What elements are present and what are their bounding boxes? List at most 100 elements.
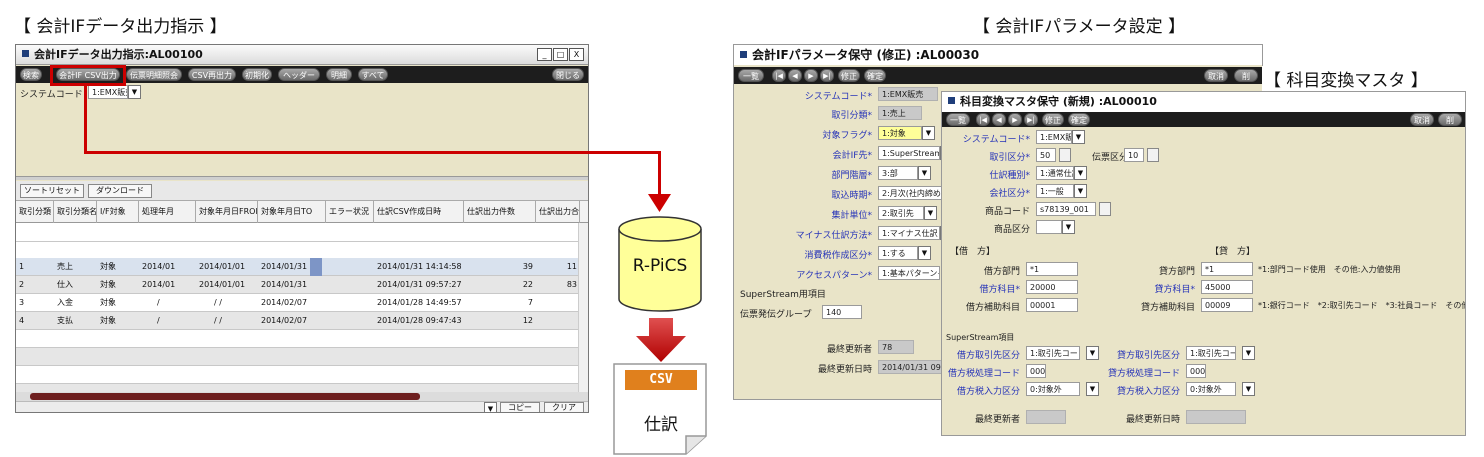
credit-department-input[interactable]: *1 — [1201, 262, 1253, 276]
column-header[interactable]: 仕訳出力合 — [536, 201, 580, 223]
horizontal-scrollbar[interactable] — [16, 392, 588, 401]
prev-record-button[interactable]: ◀ — [992, 113, 1006, 126]
last-record-button[interactable]: ▶| — [1024, 113, 1038, 126]
debit-tax-input-select[interactable]: 0:対象外 — [1026, 382, 1080, 396]
next-record-button[interactable]: ▶ — [804, 69, 818, 82]
chevron-down-icon[interactable]: ▼ — [918, 166, 931, 180]
copy-button[interactable]: コピー — [500, 402, 540, 412]
cell-date-from[interactable]: 2014/01/01 — [196, 258, 258, 276]
accounting-if-select[interactable]: 1:SuperStream — [878, 146, 940, 160]
aggregation-unit-select[interactable]: 2:取引先 — [878, 206, 924, 220]
all-button[interactable]: すべて — [358, 68, 388, 81]
chevron-down-icon[interactable]: ▼ — [1074, 184, 1087, 198]
cell-date-from[interactable]: / / — [196, 294, 258, 312]
journal-type-select[interactable]: 1:通常仕訳 — [1036, 166, 1074, 180]
cancel-button[interactable]: 取消 — [1410, 113, 1434, 126]
slip-group-input[interactable]: 140 — [822, 305, 862, 319]
chevron-down-icon[interactable]: ▼ — [918, 246, 931, 260]
search-button[interactable]: 検索 — [20, 68, 42, 81]
credit-account-input[interactable]: 45000 — [1201, 280, 1253, 294]
target-flag-select[interactable]: 1:対象 — [878, 126, 922, 140]
cell-date-from[interactable]: / / — [196, 312, 258, 330]
vertical-scrollbar[interactable] — [578, 223, 588, 392]
department-level-select[interactable]: 3:部 — [878, 166, 918, 180]
cell-date-from[interactable]: 2014/01/01 — [196, 276, 258, 294]
chevron-down-icon[interactable]: ▼ — [924, 206, 937, 220]
column-header[interactable]: 仕訳出力件数 — [464, 201, 536, 223]
tax-creation-select[interactable]: 1:する — [878, 246, 918, 260]
delete-button[interactable]: 削 — [1438, 113, 1462, 126]
sort-reset-button[interactable]: ソートリセット — [20, 184, 84, 198]
table-row[interactable]: 2 仕入 対象 2014/01 2014/01/01 2014/01/31 20… — [16, 276, 578, 294]
close-button[interactable]: 閉じる — [552, 68, 584, 81]
header-button[interactable]: ヘッダー — [278, 68, 320, 81]
access-pattern-select[interactable]: 1:基本パターン+商品コード — [878, 266, 940, 280]
lookup-button[interactable] — [1099, 202, 1111, 216]
chevron-down-icon[interactable]: ▼ — [128, 85, 141, 99]
debit-department-input[interactable]: *1 — [1026, 262, 1078, 276]
column-header[interactable]: エラー状況 — [326, 201, 374, 223]
chevron-down-icon[interactable]: ▼ — [1086, 346, 1099, 360]
debit-partner-select[interactable]: 1:取引先コード — [1026, 346, 1080, 360]
first-record-button[interactable]: |◀ — [772, 69, 786, 82]
debit-sub-account-input[interactable]: 00001 — [1026, 298, 1078, 312]
detail-button[interactable]: 明細 — [326, 68, 352, 81]
credit-sub-account-input[interactable]: 00009 — [1201, 298, 1253, 312]
download-button[interactable]: ダウンロード — [88, 184, 152, 198]
chevron-down-icon[interactable]: ▼ — [1086, 382, 1099, 396]
confirm-button[interactable]: 確定 — [1068, 113, 1090, 126]
prev-record-button[interactable]: ◀ — [788, 69, 802, 82]
debit-tax-code-input[interactable]: 000 — [1026, 364, 1046, 378]
table-row[interactable]: 3 入金 対象 / / / 2014/02/07 2014/01/28 14:4… — [16, 294, 578, 312]
lookup-button[interactable] — [1059, 148, 1071, 162]
lookup-button[interactable] — [1147, 148, 1159, 162]
edit-button[interactable]: 修正 — [838, 69, 860, 82]
chevron-down-icon[interactable]: ▼ — [1062, 220, 1075, 234]
initialize-button[interactable]: 初期化 — [242, 68, 272, 81]
minimize-button[interactable]: _ — [537, 48, 552, 61]
window-titlebar[interactable]: 科目変換マスタ保守 (新規) :AL00010 — [942, 92, 1465, 112]
chevron-down-icon[interactable]: ▼ — [1242, 346, 1255, 360]
last-record-button[interactable]: ▶| — [820, 69, 834, 82]
list-button[interactable]: 一覧 — [738, 69, 764, 82]
slip-detail-button[interactable]: 伝票明細照会 — [126, 68, 182, 81]
trade-class-input[interactable]: 50 — [1036, 148, 1056, 162]
cell-date-to[interactable]: 2014/01/31 — [258, 276, 326, 294]
credit-tax-code-input[interactable]: 000 — [1186, 364, 1206, 378]
clear-button[interactable]: クリア — [544, 402, 584, 412]
window-titlebar[interactable]: 会計IFデータ出力指示:AL00100 — [16, 45, 588, 65]
list-button[interactable]: 一覧 — [946, 113, 970, 126]
pane-splitter[interactable] — [16, 176, 588, 180]
company-class-select[interactable]: 1:一般 — [1036, 184, 1074, 198]
chevron-down-icon[interactable]: ▼ — [484, 402, 497, 412]
cell-date-to[interactable]: 2014/02/07 — [258, 312, 326, 330]
table-row[interactable]: 1 売上 対象 2014/01 2014/01/01 2014/01/31 20… — [16, 258, 578, 276]
first-record-button[interactable]: |◀ — [976, 113, 990, 126]
maximize-button[interactable]: □ — [553, 48, 568, 61]
window-titlebar[interactable]: 会計IFパラメータ保守 (修正) :AL00030 — [734, 45, 1262, 65]
close-window-button[interactable]: X — [569, 48, 584, 61]
csv-reoutput-button[interactable]: CSV再出力 — [188, 68, 236, 81]
credit-partner-select[interactable]: 1:取引先コード — [1186, 346, 1236, 360]
import-timing-select[interactable]: 2:月次(社内締め) — [878, 186, 948, 200]
scrollbar-thumb[interactable] — [30, 393, 420, 400]
chevron-down-icon[interactable]: ▼ — [922, 126, 935, 140]
next-record-button[interactable]: ▶ — [1008, 113, 1022, 126]
column-header[interactable]: 処理年月 — [139, 201, 196, 223]
cancel-button[interactable]: 取消 — [1204, 69, 1228, 82]
column-header[interactable]: 対象年月日TO — [258, 201, 326, 223]
product-class-select[interactable] — [1036, 220, 1062, 234]
delete-button[interactable]: 削 — [1234, 69, 1258, 82]
chevron-down-icon[interactable]: ▼ — [1074, 166, 1087, 180]
system-code-select[interactable]: 1:EMX販売 — [88, 85, 128, 99]
column-header[interactable]: 取引分類名 — [54, 201, 97, 223]
system-code-select[interactable]: 1:EMX販売 — [1036, 130, 1072, 144]
minus-journal-select[interactable]: 1:マイナス仕訳 — [878, 226, 940, 240]
credit-tax-input-select[interactable]: 0:対象外 — [1186, 382, 1236, 396]
column-header[interactable]: I/F対象 — [97, 201, 139, 223]
confirm-button[interactable]: 確定 — [864, 69, 886, 82]
chevron-down-icon[interactable]: ▼ — [1242, 382, 1255, 396]
slip-class-input[interactable]: 10 — [1124, 148, 1144, 162]
calendar-picker[interactable] — [310, 258, 322, 276]
column-header[interactable]: 仕訳CSV作成日時 — [374, 201, 464, 223]
